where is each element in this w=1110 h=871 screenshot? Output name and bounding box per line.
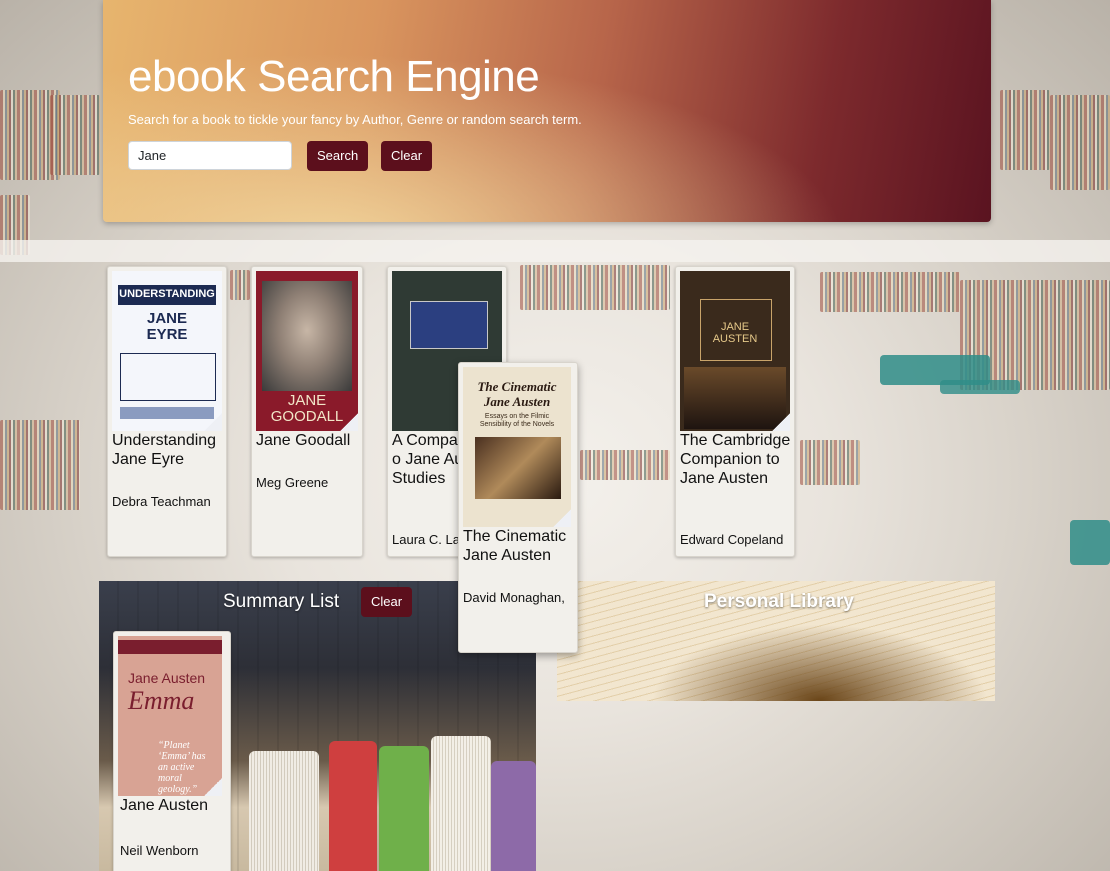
result-card[interactable]: UNDERSTANDING JANE EYRE Understanding Jan… <box>107 266 227 557</box>
book-title: Understanding Jane Eyre <box>112 432 217 468</box>
page-subtitle: Search for a book to tickle your fancy b… <box>128 112 582 127</box>
book-title: Jane Goodall <box>256 432 351 449</box>
book-cover[interactable]: UNDERSTANDING JANE EYRE <box>112 271 222 431</box>
summary-list-title: Summary List <box>223 591 340 612</box>
book-title: The Cinematic Jane Austen <box>463 528 567 564</box>
book-title: The Cambridge Companion to Jane Austen <box>680 432 791 487</box>
personal-library-panel: Personal Library <box>557 581 995 701</box>
book-cover[interactable]: JANE GOODALL <box>256 271 358 431</box>
result-card[interactable]: JANE GOODALL Jane Goodall Meg Greene <box>251 266 363 557</box>
page-curl-icon <box>204 413 222 431</box>
summary-card[interactable]: Jane Austen Emma “Planet ‘Emma’ has an a… <box>113 631 231 871</box>
clear-summary-button[interactable]: Clear <box>361 587 413 617</box>
personal-library-title: Personal Library <box>704 591 854 612</box>
page-curl-icon <box>553 509 571 527</box>
book-author: Edward Copeland <box>680 532 784 547</box>
book-cover[interactable]: JANE AUSTEN <box>680 271 790 431</box>
book-cover[interactable]: Jane Austen Emma “Planet ‘Emma’ has an a… <box>118 636 222 796</box>
book-author: Neil Wenborn <box>120 843 199 858</box>
page-curl-icon <box>772 413 790 431</box>
page-title: ebook Search Engine <box>128 52 540 101</box>
book-cover[interactable]: The Cinematic Jane Austen Essays on the F… <box>463 367 571 527</box>
search-input[interactable] <box>128 141 292 170</box>
page-curl-icon <box>340 413 358 431</box>
book-author: Laura C. La <box>392 532 460 547</box>
book-title: Jane Austen <box>120 797 209 814</box>
clear-search-button[interactable]: Clear <box>381 141 433 171</box>
book-author: Debra Teachman <box>112 494 211 509</box>
dragging-result-card[interactable]: The Cinematic Jane Austen Essays on the F… <box>458 362 578 653</box>
search-button[interactable]: Search <box>307 141 369 171</box>
page-curl-icon <box>204 778 222 796</box>
search-header: ebook Search Engine Search for a book to… <box>103 0 991 222</box>
book-author: Meg Greene <box>256 475 329 490</box>
book-author: David Monaghan, <box>463 590 565 605</box>
result-card[interactable]: JANE AUSTEN The Cambridge Companion to Ja… <box>675 266 795 557</box>
